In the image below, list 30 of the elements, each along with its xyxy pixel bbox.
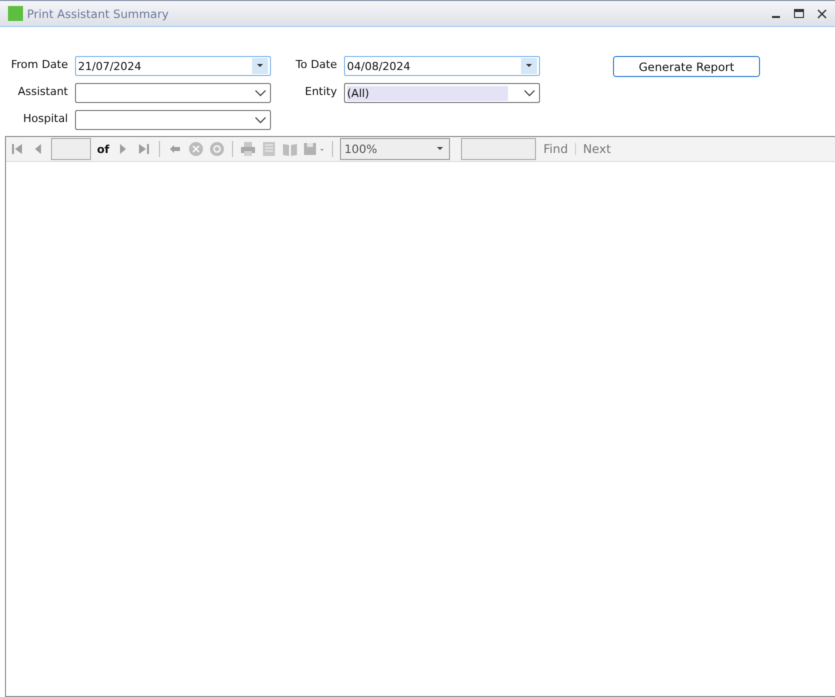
search-field[interactable] bbox=[461, 138, 536, 160]
app-icon bbox=[8, 6, 23, 21]
page-count-label: of bbox=[97, 142, 110, 156]
field-label: From Date bbox=[10, 57, 69, 71]
date-value: 04/08/2024 bbox=[347, 60, 412, 72]
caret-icon bbox=[526, 64, 532, 68]
dropdown-button[interactable] bbox=[521, 58, 537, 74]
chevron-down-icon bbox=[255, 116, 266, 124]
dropdown-button[interactable] bbox=[252, 58, 268, 74]
combo-box[interactable]: (All) bbox=[344, 83, 540, 103]
date-value: 21/07/2024 bbox=[78, 60, 142, 72]
caret-icon bbox=[437, 147, 444, 151]
field-label: Entity bbox=[304, 84, 338, 98]
combo-box[interactable] bbox=[75, 83, 271, 103]
chevron-down-icon bbox=[255, 90, 266, 96]
date-field[interactable]: 04/08/2024 bbox=[344, 56, 540, 76]
field-label: To Date bbox=[294, 57, 338, 71]
window-title: Print Assistant Summary bbox=[27, 6, 169, 20]
combo-box[interactable] bbox=[75, 110, 271, 130]
field-label: Hospital bbox=[22, 111, 69, 125]
chevron-down-icon bbox=[524, 90, 535, 96]
caret-icon bbox=[257, 64, 263, 68]
close-icon[interactable] bbox=[817, 8, 827, 18]
field-label: Assistant bbox=[16, 84, 69, 98]
page-number-field[interactable] bbox=[51, 138, 91, 160]
date-field[interactable]: 21/07/2024 bbox=[75, 56, 271, 76]
zoom-dropdown[interactable]: 100% bbox=[340, 138, 450, 160]
generate-report-button[interactable]: Generate Report bbox=[613, 56, 760, 77]
combo-value: (All) bbox=[347, 86, 508, 100]
maximize-icon[interactable] bbox=[794, 9, 804, 18]
